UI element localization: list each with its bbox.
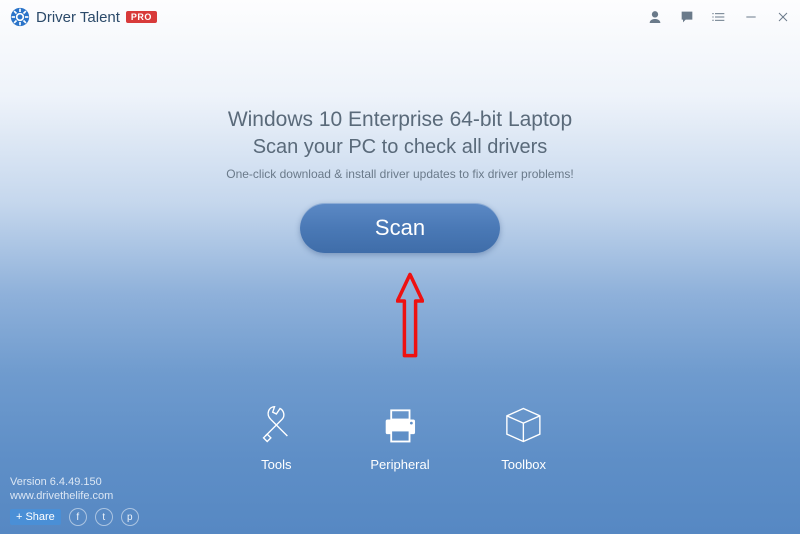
chat-icon[interactable]: [678, 8, 696, 26]
footer: Version 6.4.49.150 www.drivethelife.com …: [10, 476, 139, 526]
system-info: Windows 10 Enterprise 64-bit Laptop: [0, 108, 800, 132]
footer-social-row: + Share f t p: [10, 508, 139, 526]
facebook-icon[interactable]: f: [69, 508, 87, 526]
app-window: Driver Talent PRO Windows 10 Enterprise …: [0, 0, 800, 534]
nav-toolbox-label: Toolbox: [500, 457, 548, 472]
tools-icon: [252, 401, 300, 449]
nav-peripheral[interactable]: Peripheral: [370, 401, 429, 472]
bottom-nav: Tools Peripheral Toolbox: [252, 401, 547, 472]
nav-tools-label: Tools: [252, 457, 300, 472]
pinterest-icon[interactable]: p: [121, 508, 139, 526]
pro-badge: PRO: [126, 11, 157, 23]
website-link[interactable]: www.drivethelife.com: [10, 490, 139, 502]
titlebar: Driver Talent PRO: [0, 0, 800, 32]
hint-text: One-click download & install driver upda…: [0, 167, 800, 181]
share-label: Share: [25, 511, 54, 523]
plus-icon: +: [16, 511, 22, 523]
brand: Driver Talent PRO: [10, 7, 157, 27]
user-icon[interactable]: [646, 8, 664, 26]
prompt-text: Scan your PC to check all drivers: [0, 136, 800, 159]
minimize-icon[interactable]: [742, 8, 760, 26]
gear-icon: [10, 7, 30, 27]
twitter-icon[interactable]: t: [95, 508, 113, 526]
nav-tools[interactable]: Tools: [252, 401, 300, 472]
list-icon[interactable]: [710, 8, 728, 26]
app-name: Driver Talent: [36, 9, 120, 26]
version-text: Version 6.4.49.150: [10, 476, 139, 488]
share-button[interactable]: + Share: [10, 509, 61, 525]
nav-peripheral-label: Peripheral: [370, 457, 429, 472]
nav-toolbox[interactable]: Toolbox: [500, 401, 548, 472]
scan-button[interactable]: Scan: [300, 203, 500, 253]
printer-icon: [376, 401, 424, 449]
close-icon[interactable]: [774, 8, 792, 26]
annotation-arrow-icon: [396, 270, 424, 360]
cube-icon: [500, 401, 548, 449]
main-panel: Windows 10 Enterprise 64-bit Laptop Scan…: [0, 108, 800, 253]
title-actions: [646, 8, 792, 26]
